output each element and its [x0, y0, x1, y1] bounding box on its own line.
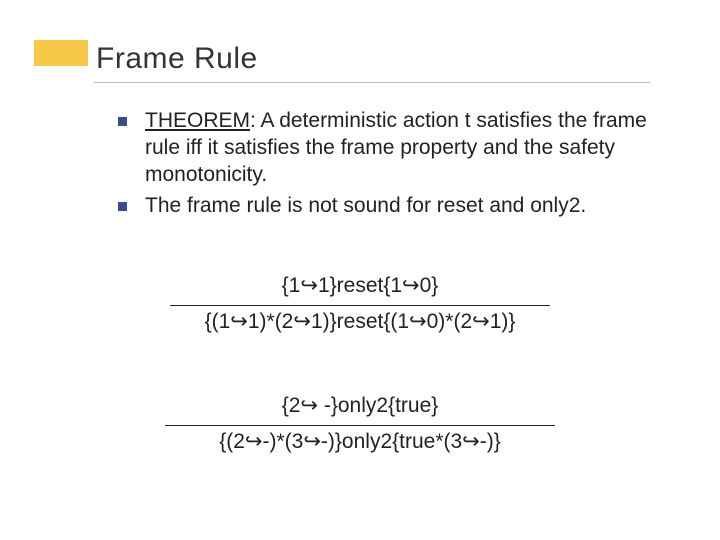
theorem-label: THEOREM: [145, 109, 250, 132]
inference-line: [165, 425, 555, 426]
bullet-list: THEOREM: A deterministic action t satisf…: [118, 108, 658, 224]
inference-line: [170, 305, 550, 306]
list-item: THEOREM: A deterministic action t satisf…: [118, 108, 658, 189]
slide: Frame Rule THEOREM: A deterministic acti…: [0, 0, 720, 540]
title-underline: [94, 82, 650, 83]
list-item: The frame rule is not sound for reset an…: [118, 193, 658, 220]
bullet-text: The frame rule is not sound for reset an…: [145, 193, 586, 220]
derivation-premise: {2↪ -}only2{true}: [280, 392, 441, 421]
slide-title: Frame Rule: [96, 42, 258, 76]
derivation-conclusion: {(1↪1)*(2↪1)}reset{(1↪0)*(2↪1)}: [0, 308, 720, 335]
derivation-premise: {1↪1}reset{1↪0}: [280, 272, 441, 301]
derivation-only2: {2↪ -}only2{true} {(2↪-)*(3↪-)}only2{tru…: [0, 392, 720, 456]
derivation-conclusion: {(2↪-)*(3↪-)}only2{true*(3↪-)}: [0, 428, 720, 455]
bullet-icon: [118, 202, 127, 211]
accent-box: [34, 40, 88, 66]
bullet-text: THEOREM: A deterministic action t satisf…: [145, 108, 658, 189]
derivation-reset: {1↪1}reset{1↪0} {(1↪1)*(2↪1)}reset{(1↪0)…: [0, 272, 720, 336]
bullet-icon: [118, 117, 127, 126]
